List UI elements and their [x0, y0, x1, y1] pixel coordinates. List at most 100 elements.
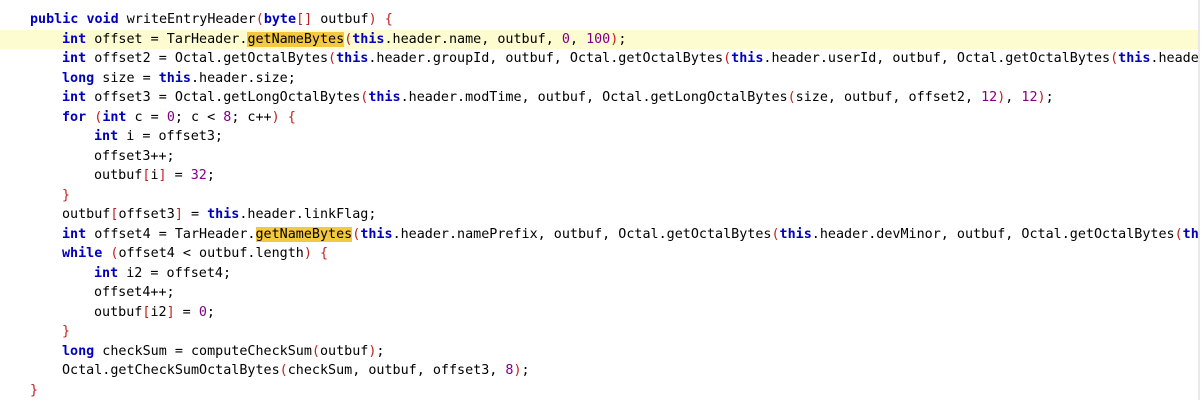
- code-token[interactable]: Octal.getCheckSumOctalBytes: [62, 363, 280, 378]
- keyword-token[interactable]: long: [62, 71, 94, 86]
- code-line[interactable]: int i2 = offset4;: [0, 264, 1200, 284]
- bracket-token[interactable]: (: [771, 227, 779, 242]
- bracket-token[interactable]: }: [62, 324, 70, 339]
- code-token[interactable]: .header.groupId, outbuf, Octal.getOctalB…: [368, 51, 723, 66]
- bracket-token[interactable]: ]: [167, 305, 175, 320]
- code-token[interactable]: c =: [127, 110, 167, 125]
- code-token[interactable]: ,: [1005, 90, 1021, 105]
- code-token[interactable]: offset2 = Octal.getOctalBytes: [86, 51, 328, 66]
- code-line-text[interactable]: long size = this.header.size;: [62, 69, 296, 89]
- keyword-token[interactable]: public: [30, 12, 78, 27]
- code-token[interactable]: offset3: [118, 207, 174, 222]
- bracket-token[interactable]: (: [280, 363, 288, 378]
- code-line[interactable]: int i = offset3;: [0, 127, 1200, 147]
- bracket-token[interactable]: {: [385, 12, 393, 27]
- code-token[interactable]: ;: [1046, 90, 1054, 105]
- keyword-token[interactable]: int: [62, 90, 86, 105]
- code-line[interactable]: }: [0, 381, 1200, 400]
- keyword-token[interactable]: while: [62, 246, 102, 261]
- vertical-scrollbar[interactable]: [1198, 0, 1200, 400]
- code-token[interactable]: .header: [1150, 51, 1200, 66]
- keyword-token[interactable]: this: [336, 51, 368, 66]
- code-line[interactable]: long size = this.header.size;: [0, 69, 1200, 89]
- code-line[interactable]: Octal.getCheckSumOctalBytes(checkSum, ou…: [0, 361, 1200, 381]
- keyword-token[interactable]: this: [731, 51, 763, 66]
- number-literal-token[interactable]: 32: [191, 168, 207, 183]
- code-line[interactable]: for (int c = 0; c < 8; c++) {: [0, 108, 1200, 128]
- number-literal-token[interactable]: 12: [981, 90, 997, 105]
- keyword-token[interactable]: int: [62, 227, 86, 242]
- bracket-token[interactable]: (: [1175, 227, 1183, 242]
- code-line[interactable]: }: [0, 186, 1200, 206]
- code-line-text[interactable]: public void writeEntryHeader(byte[] outb…: [30, 10, 393, 30]
- keyword-token[interactable]: int: [102, 110, 126, 125]
- code-token[interactable]: .header.namePrefix, outbuf, Octal.getOct…: [393, 227, 772, 242]
- keyword-token[interactable]: this: [1118, 51, 1150, 66]
- code-line[interactable]: int offset2 = Octal.getOctalBytes(this.h…: [0, 49, 1200, 69]
- code-token[interactable]: offset4++;: [94, 285, 175, 300]
- code-token[interactable]: offset = TarHeader.: [86, 32, 247, 47]
- code-token[interactable]: ;: [207, 305, 215, 320]
- code-line-text[interactable]: for (int c = 0; c < 8; c++) {: [62, 108, 296, 128]
- code-token[interactable]: outbuf: [94, 168, 142, 183]
- highlighted-occurrence-token[interactable]: getNameBytes: [247, 31, 345, 47]
- code-line-text[interactable]: }: [62, 322, 70, 342]
- code-token[interactable]: outbuf: [320, 344, 368, 359]
- code-line-text[interactable]: int i = offset3;: [94, 127, 223, 147]
- code-token[interactable]: checkSum = computeCheckSum: [94, 344, 312, 359]
- keyword-token[interactable]: long: [62, 344, 94, 359]
- code-token[interactable]: checkSum, outbuf, offset3,: [288, 363, 506, 378]
- code-token[interactable]: ;: [376, 344, 384, 359]
- code-token[interactable]: ; c <: [175, 110, 223, 125]
- keyword-token[interactable]: for: [62, 110, 86, 125]
- code-line-text[interactable]: int i2 = offset4;: [94, 264, 231, 284]
- code-token[interactable]: ; c++: [231, 110, 271, 125]
- code-line[interactable]: outbuf[i2] = 0;: [0, 303, 1200, 323]
- code-line-text[interactable]: int offset2 = Octal.getOctalBytes(this.h…: [62, 49, 1200, 69]
- code-token[interactable]: i: [150, 168, 158, 183]
- keyword-token[interactable]: byte: [264, 12, 296, 27]
- current-code-line[interactable]: int offset = TarHeader.getNameBytes(this…: [0, 29, 1200, 50]
- code-token[interactable]: offset4 < outbuf.length: [118, 246, 303, 261]
- code-line[interactable]: public void writeEntryHeader(byte[] outb…: [0, 10, 1200, 30]
- code-token[interactable]: i = offset3;: [118, 129, 223, 144]
- code-line[interactable]: outbuf[offset3] = this.header.linkFlag;: [0, 205, 1200, 225]
- code-line-text[interactable]: outbuf[offset3] = this.header.linkFlag;: [62, 205, 376, 225]
- keyword-token[interactable]: this: [207, 207, 239, 222]
- code-token[interactable]: =: [183, 207, 207, 222]
- code-line[interactable]: }: [0, 322, 1200, 342]
- code-line-text[interactable]: int offset4 = TarHeader.getNameBytes(thi…: [62, 225, 1200, 245]
- bracket-token[interactable]: ]: [159, 168, 167, 183]
- code-token[interactable]: outbuf: [94, 305, 142, 320]
- code-token[interactable]: ,: [570, 32, 586, 47]
- code-line-text[interactable]: long checkSum = computeCheckSum(outbuf);: [62, 342, 384, 362]
- bracket-token[interactable]: ): [513, 363, 521, 378]
- keyword-token[interactable]: void: [86, 12, 118, 27]
- keyword-token[interactable]: this: [780, 227, 812, 242]
- code-token[interactable]: .header.linkFlag;: [239, 207, 376, 222]
- keyword-token[interactable]: int: [94, 266, 118, 281]
- code-token[interactable]: .header.size;: [191, 71, 296, 86]
- code-line[interactable]: offset3++;: [0, 147, 1200, 167]
- code-line-text[interactable]: outbuf[i] = 32;: [94, 166, 215, 186]
- code-token[interactable]: .header.userId, outbuf, Octal.getOctalBy…: [763, 51, 1110, 66]
- keyword-token[interactable]: this: [368, 90, 400, 105]
- code-token[interactable]: i2: [150, 305, 166, 320]
- code-line-text[interactable]: int offset = TarHeader.getNameBytes(this…: [62, 30, 626, 50]
- keyword-token[interactable]: int: [62, 32, 86, 47]
- code-line-text[interactable]: while (offset4 < outbuf.length) {: [62, 244, 328, 264]
- code-token[interactable]: offset4 = TarHeader.: [86, 227, 255, 242]
- code-line[interactable]: int offset4 = TarHeader.getNameBytes(thi…: [0, 225, 1200, 245]
- bracket-token[interactable]: ]: [175, 207, 183, 222]
- bracket-token[interactable]: ): [304, 246, 312, 261]
- bracket-token[interactable]: ): [1038, 90, 1046, 105]
- code-token[interactable]: [312, 246, 320, 261]
- keyword-token[interactable]: this: [352, 32, 384, 47]
- code-line-text[interactable]: Octal.getCheckSumOctalBytes(checkSum, ou…: [62, 361, 530, 381]
- code-token[interactable]: offset3 = Octal.getLongOctalBytes: [86, 90, 360, 105]
- bracket-token[interactable]: (: [256, 12, 264, 27]
- bracket-token[interactable]: []: [296, 12, 312, 27]
- code-token[interactable]: writeEntryHeader: [119, 12, 256, 27]
- code-token[interactable]: outbuf: [312, 12, 368, 27]
- bracket-token[interactable]: (: [328, 51, 336, 66]
